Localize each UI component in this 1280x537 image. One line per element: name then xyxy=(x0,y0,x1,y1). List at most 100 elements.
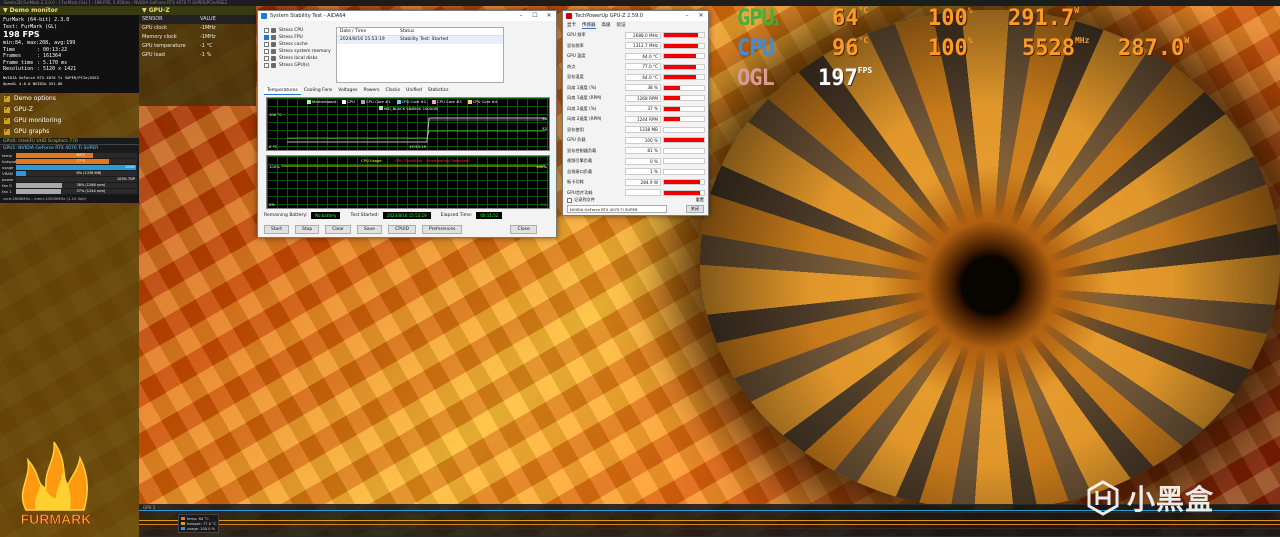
stress-checkbox[interactable] xyxy=(264,63,269,68)
sensor-name: Memory clock xyxy=(142,34,177,40)
fps-readout: 198 FPS xyxy=(3,30,40,39)
checkbox-demo-options[interactable]: Demo options xyxy=(0,93,139,104)
sensor-value: 284.9 W xyxy=(625,178,661,186)
minimize-icon[interactable]: – xyxy=(680,11,694,21)
sensor-graph xyxy=(663,168,705,175)
stress-option[interactable]: Stress local disks xyxy=(264,55,334,62)
stress-option[interactable]: Stress CPU xyxy=(264,27,334,34)
checkbox-icon[interactable] xyxy=(4,105,10,113)
stress-label: Stress CPU xyxy=(279,28,304,33)
checkbox-gpu-monitoring[interactable]: GPU monitoring xyxy=(0,115,139,126)
watermark-text: 小黑盒 xyxy=(1127,483,1215,516)
checkbox-gpu-z[interactable]: GPU-Z xyxy=(0,104,139,115)
sensor-graph xyxy=(663,179,705,186)
gpuz-menu-item[interactable]: 高级 xyxy=(602,22,611,29)
aida-tabs: Temperatures Cooling Fans Voltages Powers Cl… xyxy=(264,87,451,95)
gpu-stat-right: 100% xyxy=(124,164,135,169)
stress-option[interactable]: Stress cache xyxy=(264,41,334,48)
gpuz-titlebar[interactable]: TechPowerUp GPU-Z 2.59.0 – ✕ xyxy=(563,11,708,21)
legend-swatch xyxy=(181,517,185,520)
sensor-value: 37 % xyxy=(625,105,661,113)
tab-clocks[interactable]: Clocks xyxy=(382,87,403,95)
tab-temperatures[interactable]: Temperatures xyxy=(264,87,301,95)
gpuz-menu-item[interactable]: 验证 xyxy=(617,22,626,29)
sensor-graph-fill xyxy=(664,64,696,69)
gpuz-sensor-panel: ▼ GPU-Z SENSOR VALUE GPU clock -1MHz Memor… xyxy=(139,6,256,106)
gpu-stat-fill xyxy=(16,158,110,164)
watermark: 小黑盒 xyxy=(1085,478,1214,518)
minimize-icon[interactable]: – xyxy=(514,11,528,21)
col-value: VALUE xyxy=(200,16,216,22)
tab-cooling-fans[interactable]: Cooling Fans xyxy=(301,87,335,95)
gpu-stat-right: 103% TDP xyxy=(116,176,135,181)
sensor-graph xyxy=(663,137,705,144)
demo-monitor-header[interactable]: ▼ Demo monitor xyxy=(0,6,139,15)
tab-unified[interactable]: Unified xyxy=(403,87,425,95)
test-started-label: Test Started: xyxy=(350,213,379,218)
gpuz-menu-item[interactable]: 显卡 xyxy=(567,22,576,29)
elapsed-label: Elapsed Time: xyxy=(440,213,473,218)
tab-voltages[interactable]: Voltages xyxy=(335,87,360,95)
sensor-name: 显存频率 xyxy=(567,42,584,48)
close-icon[interactable]: ✕ xyxy=(694,11,708,21)
maximize-icon[interactable]: ☐ xyxy=(528,11,542,21)
tab-statistics[interactable]: Statistics xyxy=(425,87,452,95)
gpu1-title[interactable]: GPU1: NVIDIA GeForce RTX 4070 Ti SUPER xyxy=(0,144,139,151)
stress-checkbox[interactable] xyxy=(264,56,269,61)
sensor-value: 1312.7 MHz xyxy=(625,42,661,50)
preferences-button[interactable]: Preferences xyxy=(422,225,463,234)
sensor-value: -1 % xyxy=(200,52,212,58)
tab-powers[interactable]: Powers xyxy=(361,87,383,95)
gpuz-menu: 显卡 传感器 高级 验证 xyxy=(563,21,708,30)
stress-option[interactable]: Stress GPU(s) xyxy=(264,62,334,69)
checkbox-icon[interactable] xyxy=(4,94,10,102)
sensor-name: 风扇 1速度 (RPM) xyxy=(567,95,602,101)
sensor-graph xyxy=(663,53,705,60)
stress-checkbox[interactable] xyxy=(264,49,269,54)
sensor-value: 1244 RPM xyxy=(625,115,661,123)
stress-checkbox[interactable] xyxy=(264,35,269,40)
stress-label: Stress cache xyxy=(279,42,308,47)
log-to-file[interactable]: 记录到文件 xyxy=(567,197,595,203)
close-button[interactable]: 关闭 xyxy=(685,205,704,213)
aida64-titlebar[interactable]: System Stability Test - AIDA64 – ☐ ✕ xyxy=(258,11,556,21)
start-button[interactable]: Start xyxy=(264,225,289,234)
cpuid-button[interactable]: CPUID xyxy=(388,225,417,234)
stress-checkbox[interactable] xyxy=(264,28,269,33)
gpuz-panel-header[interactable]: ▼ GPU-Z xyxy=(139,6,256,15)
gpuz-window: TechPowerUp GPU-Z 2.59.0 – ✕ 显卡 传感器 高级 验证 G… xyxy=(562,10,709,216)
sensor-name: GPU芯片功耗 xyxy=(567,189,593,195)
stress-option[interactable]: Stress FPU xyxy=(264,34,334,41)
hud-cpu-load: 100% xyxy=(928,36,973,61)
device-select[interactable]: NVIDIA GeForce RTX 4070 Ti SUPER xyxy=(567,205,667,213)
stress-checkbox[interactable] xyxy=(264,42,269,47)
hardware-icon xyxy=(271,49,276,54)
gpu0-title[interactable]: GPU0: Intel(R) UHD Graphics 770 xyxy=(0,137,139,144)
stress-option[interactable]: Stress system memory xyxy=(264,48,334,55)
stop-button[interactable]: Stop xyxy=(295,225,320,234)
temp-lines xyxy=(287,117,545,143)
gpuz-menu-item[interactable]: 传感器 xyxy=(582,22,596,29)
sensor-value: -1MHz xyxy=(200,25,216,31)
sensor-graph-fill xyxy=(664,106,680,111)
checkbox-icon[interactable] xyxy=(4,127,10,135)
hardware-icon xyxy=(271,42,276,47)
gpu-stat-row: fan 0 38% (1268 rpm) xyxy=(2,182,137,188)
close-icon[interactable]: ✕ xyxy=(542,11,556,21)
close-button[interactable]: Close xyxy=(510,225,537,234)
log-checkbox[interactable] xyxy=(567,197,572,203)
sensor-value: 77.0 °C xyxy=(625,63,661,71)
save-button[interactable]: Save xyxy=(357,225,383,234)
checkbox-gpu-graphs[interactable]: GPU graphs xyxy=(0,126,139,137)
strip-hotspot-line xyxy=(139,520,1280,521)
sensor-graph xyxy=(663,84,705,91)
clear-button[interactable]: Clear xyxy=(325,225,352,234)
gpuz-sensor-row: 板卡功耗 284.9 W xyxy=(563,177,708,188)
sensor-name: GPU load xyxy=(142,52,165,58)
status-row[interactable]: 2024/8/16 15:53:19 Stability Test: Start… xyxy=(337,36,503,44)
reset-button[interactable]: 重置 xyxy=(696,197,704,203)
sensor-name: 显存控制器负载 xyxy=(567,147,597,153)
gpuz-sensor-row: 总线接口负载 1 % xyxy=(563,167,708,178)
battery-value: No battery xyxy=(311,212,341,219)
checkbox-icon[interactable] xyxy=(4,116,10,124)
